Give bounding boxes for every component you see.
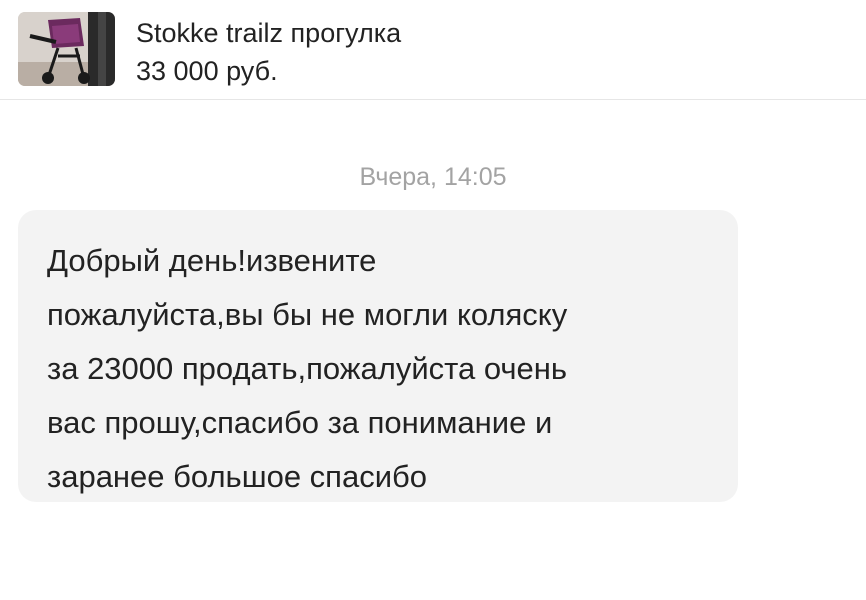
message-text: Добрый день!извените пожалуйста,вы бы не… [47, 243, 568, 494]
listing-header[interactable]: Stokke trailz прогулка 33 000 руб. [0, 0, 866, 100]
listing-title[interactable]: Stokke trailz прогулка [136, 17, 401, 49]
listing-thumbnail[interactable] [18, 12, 115, 86]
message-timestamp: Вчера, 14:05 [359, 163, 507, 191]
listing-price: 33 000 руб. [136, 56, 278, 86]
message-bubble[interactable]: Добрый день!извените пожалуйста,вы бы не… [18, 210, 738, 502]
stroller-photo-icon [18, 12, 115, 86]
